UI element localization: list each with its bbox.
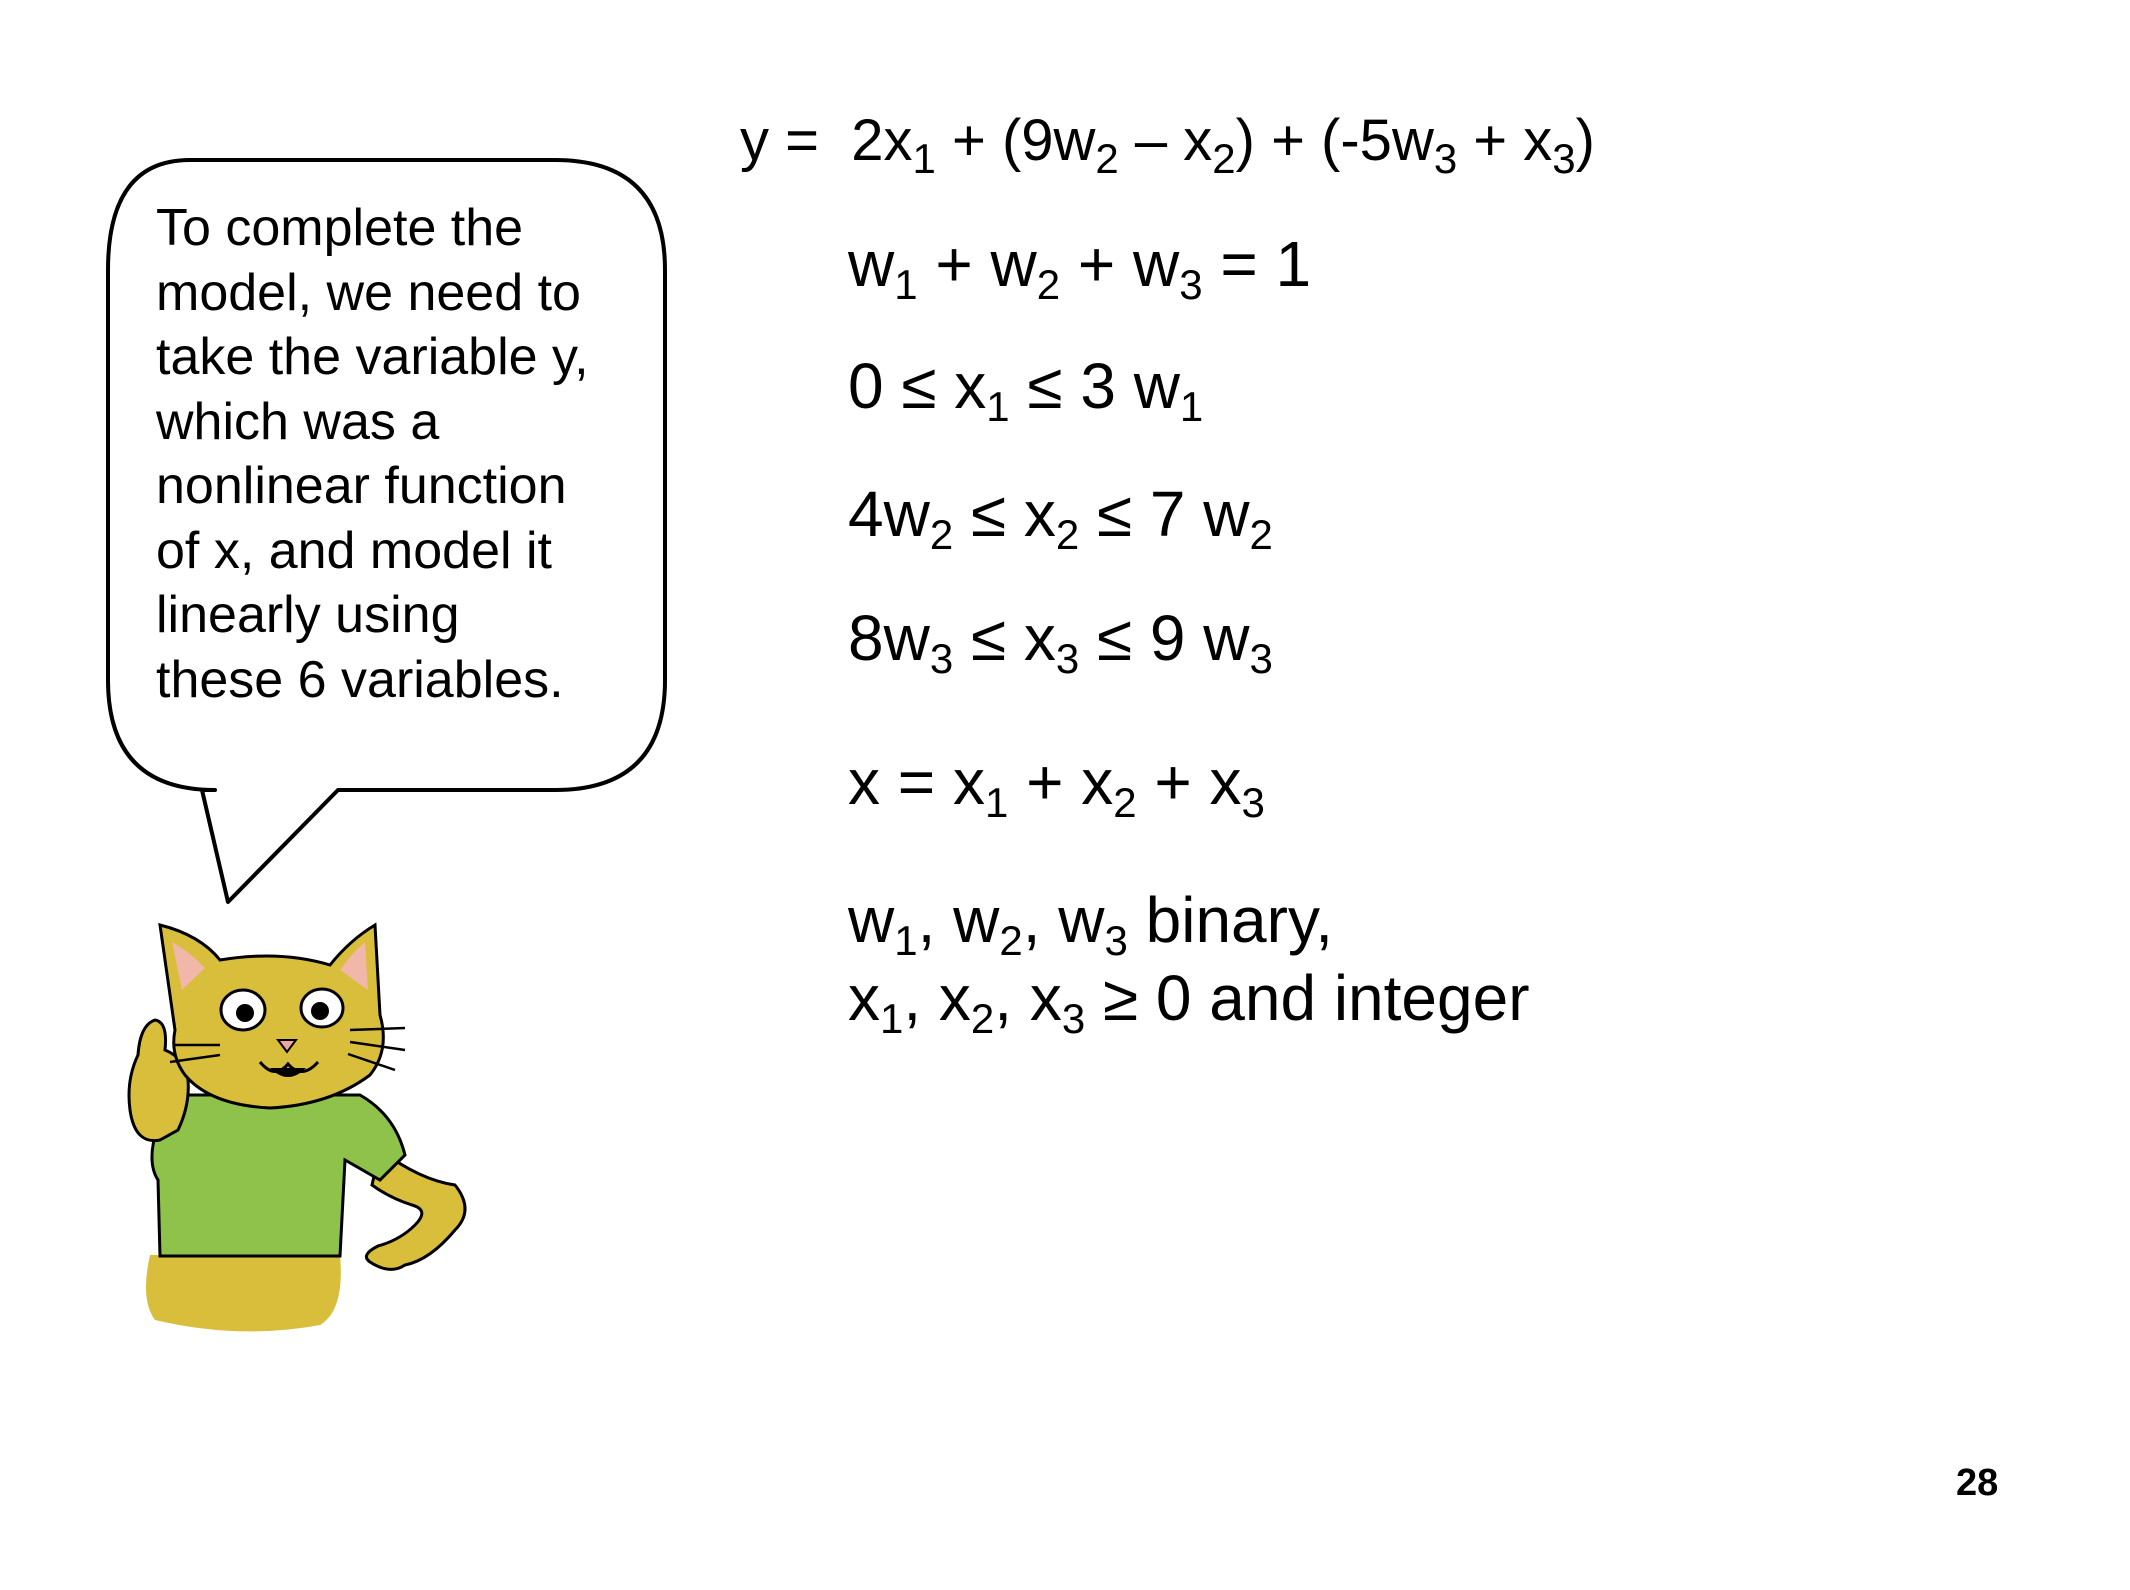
eq-subscript: 3	[1061, 995, 1086, 1042]
eq-subscript: 3	[1552, 135, 1576, 182]
eq-term: ≤ x	[953, 478, 1056, 550]
eq-subscript: 1	[894, 917, 918, 964]
eq-subscript: 1	[880, 995, 904, 1042]
eq-term: 0 ≤ x	[848, 350, 987, 422]
constraint-bound-x2: 4w2 ≤ x2 ≤ 7 w2	[848, 482, 1273, 556]
eq-term: ≥ 0 and integer	[1085, 962, 1530, 1034]
slide: To complete the model, we need to take t…	[0, 0, 2130, 1590]
cat-character-icon	[127, 922, 467, 1332]
eq-subscript: 2	[1036, 261, 1061, 308]
constraint-bound-x3: 8w3 ≤ x3 ≤ 9 w3	[848, 606, 1273, 680]
eq-term: x = x	[848, 746, 985, 818]
objective-lhs: y =	[740, 108, 819, 173]
eq-term: ≤ 7 w	[1079, 478, 1250, 550]
eq-term: 2x	[851, 108, 913, 173]
bubble-line: which was a	[156, 392, 440, 451]
eq-subscript: 2	[1113, 779, 1137, 826]
eq-subscript: 2	[1095, 135, 1119, 182]
eq-subscript: 2	[929, 511, 954, 558]
objective-equation: y = 2x1 + (9w2 – x2) + (-5w3 + x3)	[740, 112, 1595, 180]
eq-subscript: 2	[1212, 135, 1236, 182]
eq-term: + w	[917, 228, 1037, 300]
eq-term: 8w	[848, 602, 930, 674]
page-number: 28	[1956, 1462, 1999, 1504]
eq-subscript: 3	[1104, 917, 1128, 964]
eq-subscript: 1	[986, 383, 1010, 430]
bubble-line: nonlinear function	[156, 457, 567, 515]
speech-bubble-text: To complete the model, we need to take t…	[156, 196, 656, 712]
eq-term: ≤ x	[953, 602, 1056, 674]
eq-term: + x	[1457, 108, 1553, 173]
eq-term: w	[848, 884, 895, 956]
bubble-line: model, we need to	[156, 263, 581, 322]
eq-term: , x	[994, 962, 1062, 1034]
eq-term: ≤ 9 w	[1079, 602, 1250, 674]
eq-subscript: 2	[970, 995, 995, 1042]
constraint-integer: x1, x2, x3 ≥ 0 and integer	[848, 966, 1530, 1040]
eq-term: ) + (-5w	[1235, 108, 1434, 173]
eq-subscript: 3	[929, 635, 954, 682]
constraint-binary: w1, w2, w3 binary,	[848, 888, 1333, 962]
eq-term: + x	[1136, 746, 1242, 818]
eq-term: )	[1575, 108, 1595, 173]
eq-subscript: 1	[894, 261, 918, 308]
eq-subscript: 3	[1055, 635, 1080, 682]
eq-term: , x	[903, 962, 971, 1034]
eq-subscript: 1	[912, 135, 936, 182]
constraint-bound-x1: 0 ≤ x1 ≤ 3 w1	[848, 354, 1203, 428]
eq-term: = 1	[1202, 228, 1312, 300]
eq-subscript: 3	[1241, 779, 1265, 826]
eq-term: – x	[1118, 108, 1213, 173]
eq-subscript: 3	[1433, 135, 1458, 182]
bubble-line: To complete the	[156, 199, 524, 257]
eq-subscript: 2	[1055, 511, 1080, 558]
eq-term: , w	[917, 884, 1000, 956]
eq-subscript: 3	[1179, 261, 1203, 308]
eq-term: w	[848, 228, 895, 300]
eq-term: 4w	[848, 478, 930, 550]
eq-subscript: 1	[984, 779, 1009, 826]
eq-subscript: 1	[1179, 383, 1204, 430]
constraint-sum-w: w1 + w2 + w3 = 1	[848, 232, 1311, 306]
eq-term: x	[848, 962, 880, 1034]
eq-subscript: 2	[999, 917, 1023, 964]
bubble-line: these 6 variables.	[156, 650, 564, 709]
eq-term: + w	[1060, 228, 1180, 300]
bubble-line: of x, and model it	[156, 521, 552, 580]
eq-subscript: 2	[1249, 511, 1273, 558]
bubble-line: take the variable y,	[156, 328, 589, 386]
eq-term: binary,	[1127, 884, 1333, 956]
eq-subscript: 3	[1249, 635, 1273, 682]
eq-term: ≤ 3 w	[1009, 350, 1180, 422]
eq-term: + (9w	[935, 108, 1096, 173]
constraint-sum-x: x = x1 + x2 + x3	[848, 750, 1265, 824]
bubble-line: linearly using	[156, 586, 460, 644]
eq-term: , w	[1022, 884, 1105, 956]
eq-term: + x	[1008, 746, 1114, 818]
